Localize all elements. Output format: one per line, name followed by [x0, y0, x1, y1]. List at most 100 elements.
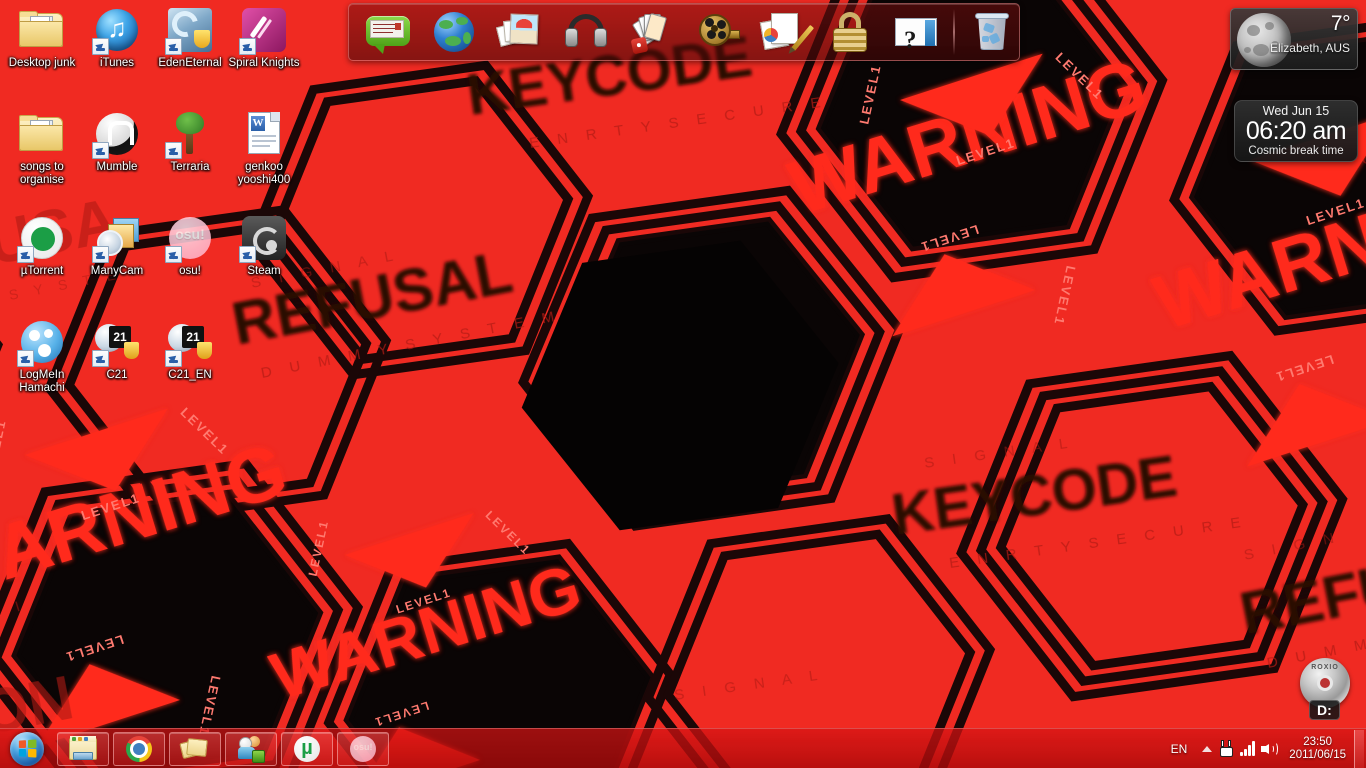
desktop-icon-label: µTorrent — [20, 265, 64, 277]
taskbar-item-google-chrome[interactable] — [113, 731, 165, 766]
roxio-brand-label: ROXIO — [1311, 664, 1339, 671]
dock-item-games[interactable] — [619, 6, 685, 58]
dock-item-help[interactable]: ? — [883, 6, 949, 58]
dock-item-pictures[interactable] — [487, 6, 553, 58]
taskbar-item-windows-live-messenger[interactable] — [225, 731, 277, 766]
desktop-icon-genkoo-yooshi400[interactable]: W genkoo yooshi400 — [226, 110, 302, 186]
shortcut-arrow-icon — [239, 246, 256, 263]
shortcut-arrow-icon — [165, 350, 182, 367]
shortcut-arrow-icon — [92, 350, 109, 367]
desktop-icon-osu[interactable]: osu! — [152, 214, 228, 278]
clock-gadget-time: 06:20 am — [1245, 117, 1347, 145]
dock-item-movies[interactable] — [685, 6, 751, 58]
terraria-icon — [165, 110, 214, 159]
desktop-icon-desktop-junk[interactable]: Desktop junk — [4, 6, 80, 70]
desktop-icon-itunes[interactable]: iTunes — [79, 6, 155, 70]
desktop-icon-label: ManyCam — [90, 265, 144, 277]
documents-pencil-icon — [759, 10, 815, 54]
desktop-screen: S I G N A L S I G N A L S I G N S I G S … — [0, 0, 1366, 768]
utorrent-icon: µ — [17, 214, 66, 263]
taskbar-item-osu[interactable] — [337, 731, 389, 766]
language-indicator[interactable]: EN — [1171, 742, 1188, 756]
desktop-icon-label: LogMeIn Hamachi — [19, 369, 65, 394]
logmein-hamachi-icon — [17, 318, 66, 367]
taskbar-item-folders[interactable] — [169, 731, 221, 766]
word-document-icon: W — [240, 110, 288, 158]
desktop-icon-label: Mumble — [96, 161, 138, 173]
desktop-icon-spiral-knights[interactable]: Spiral Knights — [226, 6, 302, 70]
desktop-icon-mumble[interactable]: Mumble — [79, 110, 155, 174]
osu-icon — [165, 214, 214, 263]
start-button[interactable] — [1, 730, 53, 768]
shortcut-arrow-icon — [92, 246, 109, 263]
desktop-icon-label: EdenEternal — [158, 57, 222, 69]
dock-separator — [953, 9, 955, 55]
desktop-icon-label: Terraria — [170, 161, 210, 173]
clock-gadget[interactable]: Wed Jun 15 06:20 am Cosmic break time — [1234, 100, 1358, 162]
taskbar-item-utorrent[interactable] — [281, 731, 333, 766]
dock-item-mail[interactable] — [355, 6, 421, 58]
desktop-icon-label: Steam — [247, 265, 281, 277]
manycam-icon — [92, 214, 141, 263]
desktop-icon-label: osu! — [179, 265, 201, 277]
desktop-icon-label: songs to organise — [19, 161, 65, 186]
c21-icon: 21 — [92, 318, 141, 367]
recycle-bin-icon — [970, 10, 1014, 54]
desktop-icon-label: C21 — [106, 369, 128, 381]
volume-speaker-icon[interactable] — [1259, 734, 1281, 764]
taskbar-clock[interactable]: 23:50 2011/06/15 — [1289, 736, 1346, 762]
shortcut-arrow-icon — [165, 246, 182, 263]
drive-letter-badge: D: — [1309, 700, 1340, 720]
taskbar-item-windows-explorer[interactable] — [57, 731, 109, 766]
desktop-icon-label: iTunes — [99, 57, 135, 69]
headphones-icon — [564, 10, 608, 54]
mumble-icon — [92, 110, 141, 159]
taskbar-clock-date: 2011/06/15 — [1289, 748, 1346, 761]
mail-icon — [366, 10, 410, 54]
show-hidden-icons-chevron-icon[interactable] — [1199, 734, 1215, 764]
desktop-icon-songs-to-organise[interactable]: songs to organise — [4, 110, 80, 186]
chrome-icon — [125, 735, 153, 763]
desktop-icon-steam[interactable]: Steam — [226, 214, 302, 278]
desktop-icon-terraria[interactable]: Terraria — [152, 110, 228, 174]
photos-icon — [495, 10, 542, 54]
desktop-icon-c21[interactable]: 21 C21 — [79, 318, 155, 382]
shortcut-arrow-icon — [17, 246, 34, 263]
utorrent-icon — [293, 735, 321, 763]
dock-item-security[interactable] — [817, 6, 883, 58]
dock-item-internet[interactable] — [421, 6, 487, 58]
desktop-icon-edeneternal[interactable]: EdenEternal — [152, 6, 228, 70]
steam-icon — [239, 214, 288, 263]
desktop-icon-label: Spiral Knights — [228, 57, 300, 69]
shortcut-arrow-icon — [17, 350, 34, 367]
question-box-icon: ? — [894, 10, 938, 54]
folders-icon — [179, 735, 209, 763]
desktop-icon-utorrent[interactable]: µ µTorrent — [4, 214, 80, 278]
system-tray: EN 23:50 2011/06/15 — [1171, 729, 1366, 768]
shortcut-arrow-icon — [239, 38, 256, 55]
network-signal-icon[interactable] — [1237, 734, 1259, 764]
taskbar: EN 23:50 2011/06/15 — [0, 728, 1366, 768]
show-desktop-button[interactable] — [1354, 729, 1364, 768]
weather-location: Elizabeth, AUS — [1269, 41, 1350, 55]
desktop-icon-label: Desktop junk — [8, 57, 76, 69]
power-plug-icon[interactable] — [1215, 734, 1237, 764]
weather-temperature: 7° — [1330, 12, 1351, 35]
folder-icon — [18, 110, 66, 158]
shortcut-arrow-icon — [165, 38, 182, 55]
c21-en-icon: 21 — [165, 318, 214, 367]
desktop-icon-manycam[interactable]: ManyCam — [79, 214, 155, 278]
windows-orb-icon — [10, 731, 44, 766]
shortcut-arrow-icon — [92, 38, 109, 55]
roxio-drive-gadget[interactable]: ROXIO D: — [1292, 656, 1360, 722]
cards-dice-icon — [630, 10, 674, 55]
messenger-icon — [237, 735, 265, 763]
dock-item-documents[interactable] — [751, 6, 817, 58]
desktop-icon-logmein-hamachi[interactable]: LogMeIn Hamachi — [4, 318, 80, 394]
weather-gadget[interactable]: 7° Elizabeth, AUS — [1230, 8, 1358, 70]
desktop-icon-c21-en[interactable]: 21 C21_EN — [152, 318, 228, 382]
dock-item-music[interactable] — [553, 6, 619, 58]
folder-icon — [18, 6, 66, 54]
dock-item-recycle-bin[interactable] — [959, 6, 1025, 58]
top-dock-bar: ? — [348, 3, 1020, 61]
